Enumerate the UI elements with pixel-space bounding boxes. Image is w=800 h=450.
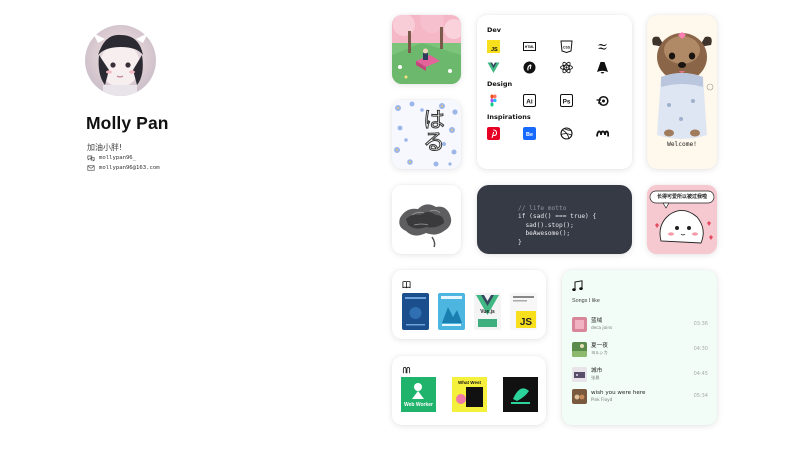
garden-illustration-card[interactable]	[392, 15, 461, 84]
tailwind-icon[interactable]	[596, 40, 609, 53]
podcasts-card: Web Worker What West	[392, 356, 546, 425]
tools-section-title-dev: Dev	[487, 26, 502, 34]
astro-icon[interactable]	[596, 61, 609, 74]
tools-section-title-design: Design	[487, 80, 513, 88]
photoshop-icon[interactable]: Ps	[559, 93, 573, 107]
profile-bio: 加油小胖!	[87, 143, 123, 152]
svg-text:Ps: Ps	[562, 98, 570, 105]
song-title: 蓝绒	[591, 318, 603, 324]
avatar	[85, 25, 156, 96]
rock-sculpture-card[interactable]	[392, 185, 461, 254]
vuejs-book-cover[interactable]: Vue.js	[474, 293, 501, 330]
wechat-icon	[87, 155, 95, 162]
wechat-contact[interactable]: mollypan96_	[87, 154, 136, 162]
what-west-podcast-cover[interactable]: What West	[452, 377, 487, 412]
dog-caption: Welcome!	[667, 141, 697, 148]
svg-text:Be: Be	[526, 131, 533, 137]
javascript-icon[interactable]: JS	[487, 39, 500, 53]
haru-text: はる	[419, 108, 445, 153]
life-motto-card: // life motto if (sad() === true) { sad(…	[477, 185, 632, 254]
svg-text:Vue.js: Vue.js	[480, 309, 495, 315]
song-artist: 张悬	[591, 375, 600, 380]
haru-illustration-card[interactable]: はる	[392, 100, 461, 169]
svg-text:What West: What West	[458, 380, 481, 385]
svg-text:JS: JS	[491, 47, 498, 53]
book-cover-2[interactable]	[438, 293, 465, 330]
svg-text:Web Worker: Web Worker	[404, 402, 433, 408]
mobbin-icon[interactable]	[595, 127, 609, 140]
album-art	[572, 366, 587, 382]
song-item[interactable]: 城市 张悬 04:45	[572, 366, 708, 382]
album-art	[572, 341, 587, 357]
song-title: 夏一夜	[591, 343, 608, 349]
podcast-icon	[402, 366, 411, 374]
dev-tool-icon[interactable]	[523, 61, 536, 74]
dribbble-icon[interactable]	[559, 126, 573, 140]
atom-icon[interactable]	[559, 61, 573, 74]
album-art	[572, 316, 587, 332]
email-contact[interactable]: mollypan96@163.com	[87, 164, 160, 172]
song-title: wish you were here	[591, 390, 646, 396]
music-note-icon	[572, 280, 583, 291]
profile-name: Molly Pan	[86, 113, 169, 133]
songs-title: Songs I like	[572, 298, 600, 304]
book-icon	[402, 280, 411, 289]
motto-line-1: if (sad() === true) {	[518, 213, 597, 221]
sticker-card[interactable]: 长得可爱所以被过我啦	[647, 185, 717, 254]
motto-line-2: sad().stop();	[518, 221, 574, 229]
vue-icon[interactable]	[487, 61, 500, 74]
song-duration: 05:34	[693, 393, 708, 399]
song-duration: 03:36	[693, 321, 708, 327]
web-worker-podcast-cover[interactable]: Web Worker	[401, 377, 436, 412]
mail-icon	[87, 165, 95, 171]
song-artist: Pink Floyd	[591, 397, 613, 402]
song-duration: 04:45	[693, 371, 708, 377]
svg-text:JS: JS	[520, 317, 533, 328]
motto-comment: // life motto	[518, 205, 567, 212]
sticker-text: 长得可爱所以被过我啦	[656, 194, 707, 200]
song-item[interactable]: wish you were here Pink Floyd 05:34	[572, 388, 708, 404]
tools-section-title-inspirations: Inspirations	[487, 113, 531, 121]
third-podcast-cover[interactable]	[503, 377, 538, 412]
blender-icon[interactable]	[596, 94, 609, 107]
svg-text:CSS: CSS	[563, 45, 571, 49]
song-title: 城市	[591, 368, 603, 374]
dog-photo-card[interactable]: Welcome!	[647, 15, 717, 169]
behance-icon[interactable]: Be	[523, 126, 537, 140]
pinterest-icon[interactable]	[487, 126, 500, 140]
email-address: mollypan96@163.com	[99, 165, 160, 171]
motto-code: // life motto if (sad() === true) { sad(…	[518, 205, 596, 247]
song-artist: deca joins	[591, 325, 613, 330]
tools-card: Dev JS HTML CSS Design Ai Ps Inspiration…	[477, 15, 632, 169]
motto-line-4: }	[518, 238, 522, 246]
song-item[interactable]: 蓝绒 deca joins 03:36	[572, 316, 708, 332]
illustrator-icon[interactable]: Ai	[523, 93, 537, 107]
svg-text:Ai: Ai	[527, 98, 534, 105]
javascript-book-cover[interactable]: JS	[510, 293, 537, 330]
motto-line-3: beAwesome();	[518, 230, 571, 238]
songs-card: Songs I like 蓝绒 deca joins 03:36 夏一夜 ヨルシカ …	[562, 270, 717, 425]
books-card: Vue.js JS	[392, 270, 546, 339]
song-artist: ヨルシカ	[591, 350, 608, 355]
book-cover-1[interactable]	[402, 293, 429, 330]
song-item[interactable]: 夏一夜 ヨルシカ 04:30	[572, 341, 708, 357]
rock-sculpture-image	[392, 185, 461, 254]
album-art	[572, 388, 587, 404]
html-icon[interactable]: HTML	[523, 40, 537, 53]
song-duration: 04:30	[693, 346, 708, 352]
svg-text:HTML: HTML	[525, 45, 534, 49]
figma-icon[interactable]	[487, 94, 500, 107]
garden-illustration	[392, 15, 461, 84]
css-icon[interactable]: CSS	[559, 40, 573, 53]
wechat-id: mollypan96_	[99, 155, 137, 161]
